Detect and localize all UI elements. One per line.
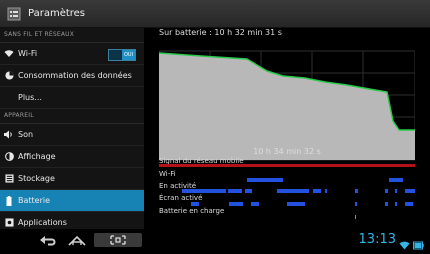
data-usage-icon <box>4 71 14 81</box>
active-segment <box>395 189 397 193</box>
sidebar-item-label: Affichage <box>18 152 56 161</box>
signal-strength-bar <box>159 164 415 167</box>
settings-sidebar: SANS FIL ET RÉSEAUX Wi-Fi OUI Consommati… <box>0 28 144 234</box>
sidebar-item-display[interactable]: Affichage <box>0 146 144 168</box>
sidebar-item-label: Wi-Fi <box>18 49 38 58</box>
wifi-toggle-state: OUI <box>122 50 135 60</box>
window-title: Paramètres <box>28 8 86 19</box>
sidebar-item-sound[interactable]: Son <box>0 124 144 146</box>
battery-status-icon <box>413 235 424 254</box>
row-label-screen: Écran activé <box>159 194 203 202</box>
status-clock: 13:13 <box>358 232 396 247</box>
sidebar-item-label: Son <box>18 130 34 139</box>
sidebar-item-data-usage[interactable]: Consommation des données <box>0 65 144 87</box>
screen-segment <box>395 202 397 206</box>
recent-apps-button[interactable] <box>94 233 142 247</box>
screen-segment <box>287 202 305 206</box>
brightness-icon <box>4 152 14 162</box>
active-segment <box>325 189 327 193</box>
wifi-activity-track <box>159 178 415 182</box>
sidebar-item-label: Batterie <box>18 196 51 205</box>
back-icon <box>40 235 56 245</box>
active-segment <box>385 189 388 193</box>
screen-segment <box>229 202 243 206</box>
active-segment <box>313 189 321 193</box>
screen-activity-track <box>159 202 415 206</box>
battery-level-area <box>159 53 415 160</box>
system-navigation-bar: 13:13 <box>0 229 430 251</box>
sidebar-item-label: Consommation des données <box>18 71 132 80</box>
active-segment <box>228 189 242 193</box>
row-label-charging: Batterie en charge <box>159 207 225 215</box>
action-bar: Paramètres <box>0 0 430 28</box>
wifi-signal-icon <box>399 235 410 254</box>
active-segment <box>355 189 358 193</box>
sidebar-item-more[interactable]: Plus... <box>0 87 144 109</box>
speaker-icon <box>4 130 14 140</box>
active-segment <box>277 189 309 193</box>
active-segment <box>245 189 252 193</box>
screen-segment <box>191 202 199 206</box>
screen-segment <box>385 202 388 206</box>
home-icon <box>68 235 86 246</box>
section-header-device: APPAREIL <box>0 109 144 124</box>
screen-segment <box>251 202 259 206</box>
wifi-icon <box>4 49 14 59</box>
active-segment <box>182 189 226 193</box>
screen-segment <box>405 202 413 206</box>
row-label-wifi: Wi-Fi <box>159 170 176 178</box>
back-button[interactable] <box>38 233 60 247</box>
wifi-segment <box>389 178 403 182</box>
storage-icon <box>4 174 14 184</box>
active-segment <box>405 189 415 193</box>
apps-icon <box>4 218 14 228</box>
home-button[interactable] <box>66 233 88 247</box>
sidebar-item-battery[interactable]: Batterie <box>0 190 144 212</box>
sidebar-item-storage[interactable]: Stockage <box>0 168 144 190</box>
active-activity-track <box>159 189 415 193</box>
sidebar-item-label: Applications <box>18 218 67 227</box>
wifi-toggle[interactable]: OUI <box>108 49 136 61</box>
settings-app-icon[interactable] <box>6 6 22 22</box>
recent-apps-icon <box>110 235 126 245</box>
duration-label: 10 h 34 min 32 s <box>253 147 321 156</box>
wifi-segment <box>247 178 283 182</box>
sidebar-item-label: Plus... <box>18 93 42 102</box>
sidebar-item-wifi[interactable]: Wi-Fi OUI <box>0 43 144 65</box>
section-header-wireless: SANS FIL ET RÉSEAUX <box>0 28 144 43</box>
sidebar-item-label: Stockage <box>18 174 55 183</box>
on-battery-label: Sur batterie : 10 h 32 min 31 s <box>159 28 282 37</box>
battery-history-panel: Sur batterie : 10 h 32 min 31 s 10 h 34 … <box>144 28 430 229</box>
battery-icon <box>4 195 14 206</box>
charging-activity-track <box>159 215 415 219</box>
screen-segment <box>355 202 357 206</box>
charging-segment <box>355 215 356 219</box>
